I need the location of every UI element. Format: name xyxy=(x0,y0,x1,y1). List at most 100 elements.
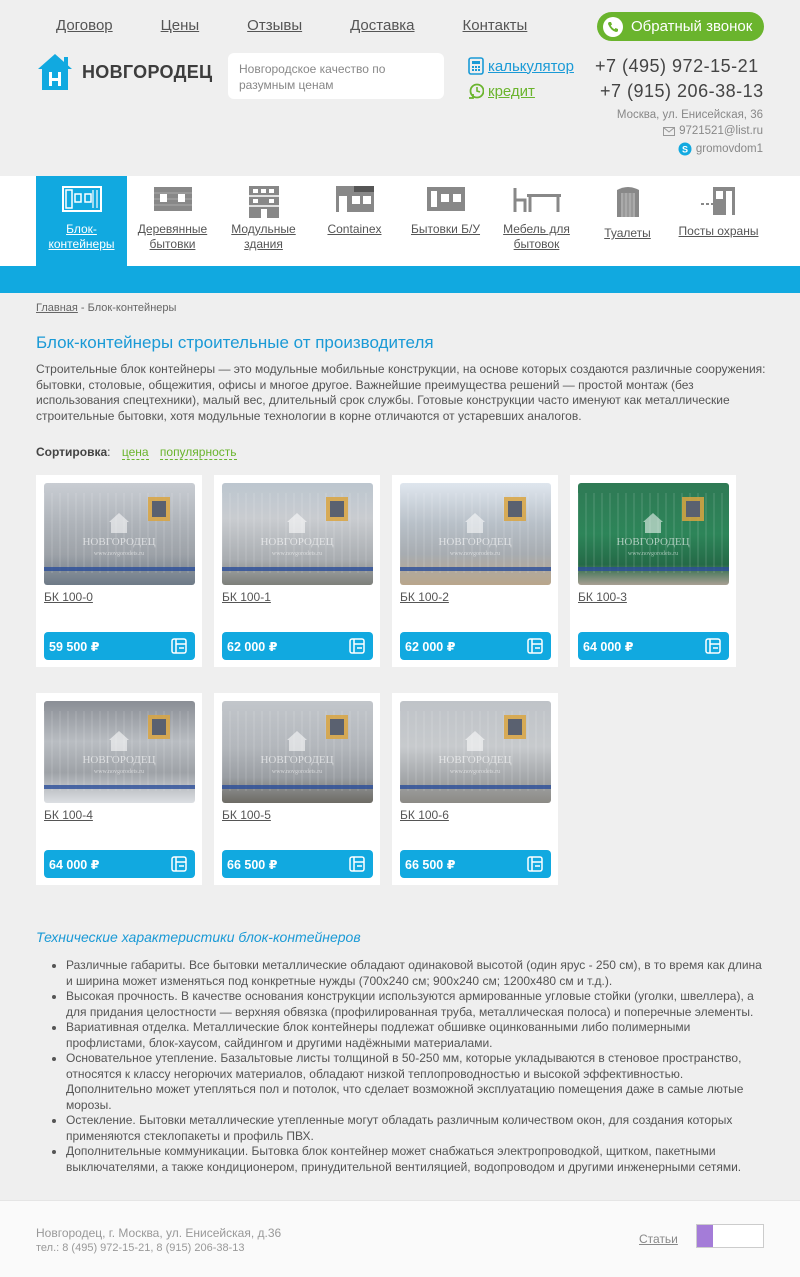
product-price: 62 000 ₽ xyxy=(227,639,278,654)
price-bar[interactable]: 66 500 ₽ xyxy=(222,850,373,878)
price-bar[interactable]: 62 000 ₽ xyxy=(400,632,551,660)
used-cabin-icon xyxy=(426,187,465,211)
compare-icon[interactable] xyxy=(527,638,543,654)
watermark-url: www.novgorodets.ru xyxy=(94,769,144,775)
category-label: Посты охраны xyxy=(678,224,759,238)
price-bar[interactable]: 66 500 ₽ xyxy=(400,850,551,878)
nav-reviews[interactable]: Отзывы xyxy=(247,17,302,34)
product-photo[interactable]: НОВГОРОДЕЦ www.novgorodets.ru xyxy=(400,483,551,585)
callback-button[interactable]: Обратный звонок xyxy=(597,12,764,41)
feature-item: Высокая прочность. В качестве основания … xyxy=(66,989,766,1020)
breadcrumb-home[interactable]: Главная xyxy=(36,302,78,314)
product-card[interactable]: НОВГОРОДЕЦ www.novgorodets.ru БК 100-1 62 0… xyxy=(214,475,380,667)
guard-post-icon xyxy=(700,187,735,215)
category-label: Бытовки Б/У xyxy=(410,222,481,236)
calculator-icon xyxy=(468,57,484,75)
sort-by-price[interactable]: цена xyxy=(121,445,149,460)
product-name[interactable]: БК 100-3 xyxy=(578,590,627,604)
product-photo[interactable]: НОВГОРОДЕЦ www.novgorodets.ru xyxy=(578,483,729,585)
credit-label: кредит xyxy=(488,82,535,100)
product-photo[interactable]: НОВГОРОДЕЦ www.novgorodets.ru xyxy=(44,483,195,585)
sort-by-popularity[interactable]: популярность xyxy=(159,445,237,460)
credit-icon xyxy=(469,83,484,99)
product-name[interactable]: БК 100-4 xyxy=(44,808,93,822)
product-name[interactable]: БК 100-0 xyxy=(44,590,93,604)
compare-icon[interactable] xyxy=(705,638,721,654)
product-price: 64 000 ₽ xyxy=(583,639,634,654)
feature-item: Дополнительные коммуникации. Бытовка бло… xyxy=(66,1144,766,1175)
category-guard-posts[interactable]: Посты охраны xyxy=(673,176,764,266)
feature-item: Основательное утепление. Базальтовые лис… xyxy=(66,1051,766,1113)
price-bar[interactable]: 59 500 ₽ xyxy=(44,632,195,660)
nav-prices[interactable]: Цены xyxy=(161,17,200,34)
counter-logo-icon xyxy=(697,1225,713,1247)
product-card[interactable]: НОВГОРОДЕЦ www.novgorodets.ru БК 100-6 66 5… xyxy=(392,693,558,885)
product-photo-art: НОВГОРОДЕЦ www.novgorodets.ru xyxy=(400,711,551,791)
category-containex[interactable]: Containex xyxy=(309,176,400,266)
sort-label: Сортировка xyxy=(36,445,108,459)
envelope-icon xyxy=(663,126,676,136)
blue-banner xyxy=(0,266,800,293)
containex-icon xyxy=(335,186,374,212)
price-bar[interactable]: 64 000 ₽ xyxy=(578,632,729,660)
category-label: Туалеты xyxy=(604,226,651,240)
phone-secondary[interactable]: +7 (915) 206-38-13 xyxy=(600,81,764,102)
svg-text:S: S xyxy=(682,145,688,155)
product-card[interactable]: НОВГОРОДЕЦ www.novgorodets.ru БК 100-5 66 5… xyxy=(214,693,380,885)
category-toilets[interactable]: Туалеты xyxy=(582,176,673,266)
watermark-text: НОВГОРОДЕЦ xyxy=(82,754,155,766)
block-container-icon xyxy=(61,186,102,212)
compare-icon[interactable] xyxy=(527,856,543,872)
logo-text: НОВГОРОДЕЦ xyxy=(82,61,213,82)
email[interactable]: 9721521@list.ru xyxy=(663,125,763,137)
breadcrumb: Главная - Блок-контейнеры xyxy=(36,302,177,314)
compare-icon[interactable] xyxy=(171,638,187,654)
product-name[interactable]: БК 100-6 xyxy=(400,808,449,822)
category-label: Блок- контейнеры xyxy=(48,222,115,251)
compare-icon[interactable] xyxy=(349,856,365,872)
product-name[interactable]: БК 100-2 xyxy=(400,590,449,604)
product-card[interactable]: НОВГОРОДЕЦ www.novgorodets.ru БК 100-4 64 0… xyxy=(36,693,202,885)
product-photo[interactable]: НОВГОРОДЕЦ www.novgorodets.ru xyxy=(400,701,551,803)
logo[interactable]: НОВГОРОДЕЦ xyxy=(36,52,212,92)
watermark-text: НОВГОРОДЕЦ xyxy=(260,754,333,766)
compare-icon[interactable] xyxy=(349,638,365,654)
watermark-url: www.novgorodets.ru xyxy=(272,769,322,775)
category-label: Мебель для бытовок xyxy=(503,222,570,251)
nav-delivery[interactable]: Доставка xyxy=(350,17,414,34)
price-bar[interactable]: 62 000 ₽ xyxy=(222,632,373,660)
address: Москва, ул. Енисейская, 36 xyxy=(616,109,763,121)
category-modular[interactable]: Модульные здания xyxy=(218,176,309,266)
product-photo-art: НОВГОРОДЕЦ www.novgorodets.ru xyxy=(44,711,195,791)
price-bar[interactable]: 64 000 ₽ xyxy=(44,850,195,878)
product-name[interactable]: БК 100-5 xyxy=(222,808,271,822)
phone-primary[interactable]: +7 (495) 972-15-21 xyxy=(595,56,759,77)
features-list: Различные габариты. Все бытовки металлич… xyxy=(66,958,766,1175)
feature-item: Вариативная отделка. Металлические блок … xyxy=(66,1020,766,1051)
product-card[interactable]: НОВГОРОДЕЦ www.novgorodets.ru БК 100-0 59 5… xyxy=(36,475,202,667)
watermark-text: НОВГОРОДЕЦ xyxy=(82,536,155,548)
skype[interactable]: S gromovdom1 xyxy=(678,142,763,156)
product-photo[interactable]: НОВГОРОДЕЦ www.novgorodets.ru xyxy=(44,701,195,803)
credit-link[interactable]: кредит xyxy=(468,82,535,100)
product-card[interactable]: НОВГОРОДЕЦ www.novgorodets.ru БК 100-2 62 0… xyxy=(392,475,558,667)
footer-address: Новгородец, г. Москва, ул. Енисейская, д… xyxy=(36,1226,282,1240)
nav-contract[interactable]: Договор xyxy=(56,17,113,34)
category-block-containers[interactable]: Блок- контейнеры xyxy=(36,176,127,266)
calculator-link[interactable]: калькулятор xyxy=(468,57,574,75)
product-name[interactable]: БК 100-1 xyxy=(222,590,271,604)
watermark-text: НОВГОРОДЕЦ xyxy=(438,754,511,766)
watermark-text: НОВГОРОДЕЦ xyxy=(260,536,333,548)
product-photo[interactable]: НОВГОРОДЕЦ www.novgorodets.ru xyxy=(222,483,373,585)
category-used[interactable]: Бытовки Б/У xyxy=(400,176,491,266)
category-wooden[interactable]: Деревянные бытовки xyxy=(127,176,218,266)
product-card[interactable]: НОВГОРОДЕЦ www.novgorodets.ru БК 100-3 64 0… xyxy=(570,475,736,667)
product-photo[interactable]: НОВГОРОДЕЦ www.novgorodets.ru xyxy=(222,701,373,803)
watermark-url: www.novgorodets.ru xyxy=(628,551,678,557)
articles-link[interactable]: Статьи xyxy=(639,1232,678,1246)
top-nav: Договор Цены Отзывы Доставка Контакты xyxy=(56,17,575,34)
counter-widget[interactable] xyxy=(696,1224,764,1248)
category-furniture[interactable]: Мебель для бытовок xyxy=(491,176,582,266)
nav-contacts[interactable]: Контакты xyxy=(463,17,528,34)
compare-icon[interactable] xyxy=(171,856,187,872)
